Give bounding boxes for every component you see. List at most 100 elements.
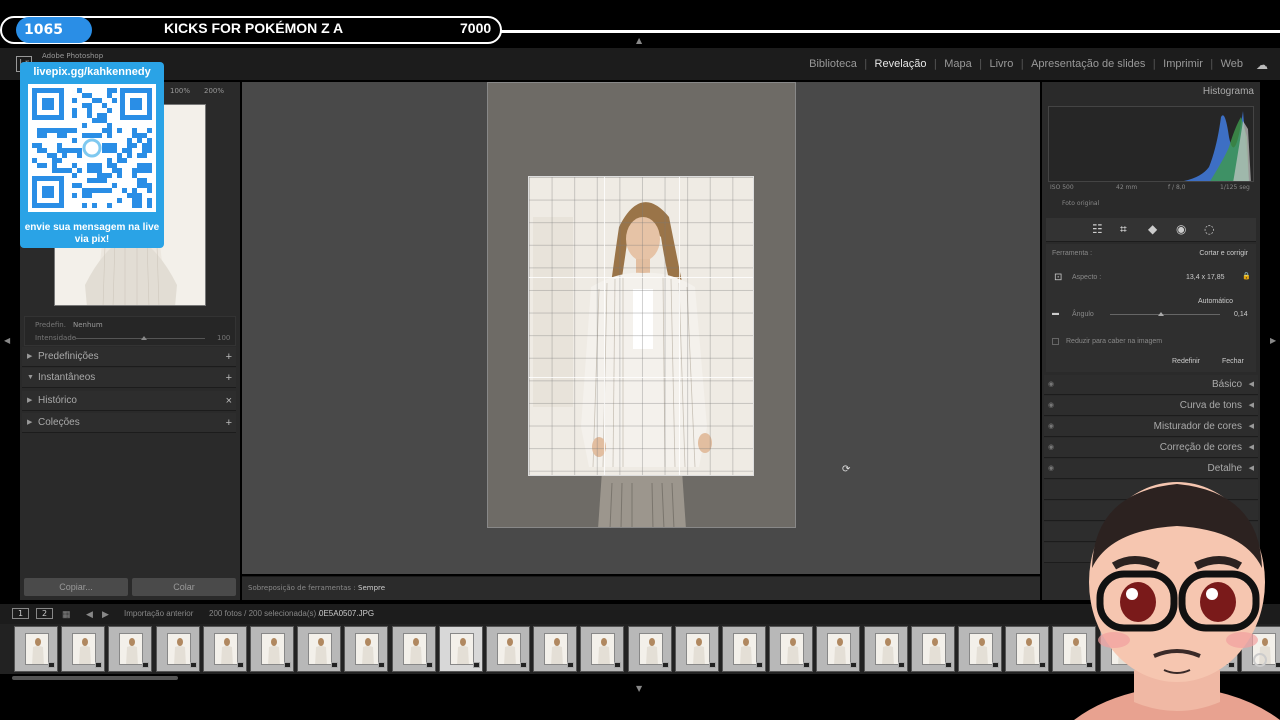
filmstrip-thumbnail[interactable] — [486, 626, 530, 672]
expand-icon: ◀ — [1248, 401, 1254, 409]
angle-value[interactable]: 0,14 — [1234, 311, 1248, 318]
grid-icon[interactable]: ▦ — [62, 609, 71, 620]
visibility-icon[interactable]: ◉ — [1048, 464, 1054, 472]
constrain-checkbox[interactable] — [1052, 338, 1059, 345]
auto-button[interactable]: Automático — [1198, 298, 1233, 305]
filmstrip-thumbnail[interactable] — [438, 626, 483, 672]
original-photo-label[interactable]: Foto original — [1062, 200, 1099, 207]
rotate-cursor-icon: ⟳ — [842, 464, 851, 475]
module-revelacao[interactable]: Revelação — [868, 58, 934, 70]
filmstrip-thumbnail[interactable] — [108, 626, 153, 672]
close-button[interactable]: Fechar — [1222, 358, 1244, 365]
current-filename[interactable]: 0E5A0507.JPG — [319, 609, 374, 618]
section-presets[interactable]: ▶ Predefinições + — [22, 347, 236, 367]
section-tone-curve[interactable]: ◉ Curva de tons ◀ — [1044, 396, 1258, 416]
add-icon[interactable]: + — [226, 368, 232, 388]
module-biblioteca[interactable]: Biblioteca — [802, 58, 864, 70]
preset-value[interactable]: Nenhum — [73, 321, 103, 329]
module-imprimir[interactable]: Imprimir — [1156, 58, 1210, 70]
crop-third-line — [529, 277, 753, 278]
section-history[interactable]: ▶ Histórico × — [22, 391, 236, 411]
module-mapa[interactable]: Mapa — [937, 58, 979, 70]
filmstrip-scrollbar[interactable] — [12, 676, 178, 680]
expand-icon: ▶ — [27, 397, 33, 404]
section-color-mixer[interactable]: ◉ Misturador de cores ◀ — [1044, 417, 1258, 437]
reset-button[interactable]: Redefinir — [1172, 358, 1200, 365]
module-livro[interactable]: Livro — [983, 58, 1021, 70]
filmstrip-thumbnail[interactable] — [627, 626, 672, 672]
filmstrip-source[interactable]: Importação anterior — [124, 609, 193, 618]
overlay-label: Sobreposição de ferramentas : — [248, 584, 356, 592]
intensity-slider[interactable] — [75, 338, 205, 339]
copy-button[interactable]: Copiar... — [24, 578, 128, 596]
view-page-2[interactable]: 2 — [36, 608, 53, 619]
filmstrip-thumbnail[interactable] — [863, 626, 908, 672]
filmstrip-thumbnail[interactable] — [580, 626, 625, 672]
filmstrip-thumbnail[interactable] — [250, 626, 294, 672]
section-collections[interactable]: ▶ Coleções + — [22, 413, 236, 433]
adjust-sliders-icon[interactable]: ☷ — [1092, 222, 1103, 236]
filmstrip-thumbnail[interactable] — [155, 626, 200, 672]
edited-badge-icon — [189, 662, 197, 668]
filmstrip-thumbnail[interactable] — [769, 626, 814, 672]
clear-icon[interactable]: × — [226, 391, 232, 411]
visibility-icon[interactable]: ◉ — [1048, 443, 1054, 451]
red-eye-icon[interactable]: ◉ — [1176, 222, 1186, 236]
zoom-100[interactable]: 100% — [170, 87, 190, 95]
expand-icon: ◀ — [1248, 443, 1254, 451]
left-panel-toggle-icon[interactable]: ◀ — [4, 336, 10, 345]
module-web[interactable]: Web — [1214, 58, 1250, 70]
cloud-sync-icon[interactable]: ☁ — [1256, 58, 1268, 72]
panel-toggle-bottom-icon[interactable]: ▼ — [636, 684, 642, 693]
overlay-select[interactable]: Sempre — [358, 584, 385, 592]
straighten-tool-icon[interactable]: ▬ — [1052, 310, 1059, 317]
filmstrip-thumbnail[interactable] — [533, 626, 578, 672]
thumbnail-image — [733, 633, 757, 665]
edited-badge-icon — [331, 662, 339, 668]
filmstrip-thumbnail[interactable] — [910, 626, 955, 672]
filmstrip-thumbnail[interactable] — [391, 626, 436, 672]
paste-button[interactable]: Colar — [132, 578, 236, 596]
filmstrip-thumbnail[interactable] — [344, 626, 389, 672]
back-arrow-icon[interactable]: ◀ — [86, 609, 93, 620]
filmstrip-thumbnail[interactable] — [202, 626, 247, 672]
add-icon[interactable]: + — [226, 413, 232, 433]
crop-third-line — [679, 177, 680, 475]
histogram-title[interactable]: Histograma — [1203, 86, 1254, 97]
filmstrip-thumbnail[interactable] — [61, 626, 106, 672]
section-color-grading[interactable]: ◉ Correção de cores ◀ — [1044, 438, 1258, 458]
right-panel-toggle-icon[interactable]: ▶ — [1270, 336, 1276, 345]
add-icon[interactable]: + — [226, 347, 232, 367]
intensity-slider-knob[interactable] — [141, 336, 147, 340]
stream-line — [500, 30, 1280, 33]
filmstrip-thumbnail[interactable] — [297, 626, 342, 672]
crop-tool-icon[interactable]: ⌗ — [1120, 222, 1127, 237]
filmstrip-thumbnail[interactable] — [14, 626, 58, 672]
filmstrip-thumbnail[interactable] — [674, 626, 719, 672]
lock-icon[interactable]: 🔒 — [1242, 272, 1251, 280]
angle-slider-knob[interactable] — [1158, 312, 1164, 316]
zoom-200[interactable]: 200% — [204, 87, 224, 95]
visibility-icon[interactable]: ◉ — [1048, 401, 1054, 409]
section-basic[interactable]: ◉ Básico ◀ — [1044, 375, 1258, 395]
angle-slider[interactable] — [1110, 314, 1220, 315]
iso-value: ISO 500 — [1050, 184, 1074, 191]
masking-icon[interactable]: ◌ — [1204, 222, 1214, 236]
forward-arrow-icon[interactable]: ▶ — [102, 609, 109, 620]
filmstrip-thumbnail[interactable] — [816, 626, 861, 672]
photo-canvas[interactable]: ⟳ — [242, 82, 1040, 574]
module-apresentacao[interactable]: Apresentação de slides — [1024, 58, 1152, 70]
panel-toggle-top-icon[interactable]: ▲ — [636, 36, 642, 45]
visibility-icon[interactable]: ◉ — [1048, 422, 1054, 430]
view-page-1[interactable]: 1 — [12, 608, 29, 619]
edited-badge-icon — [567, 662, 575, 668]
section-snapshots[interactable]: ▼ Instantâneos + — [22, 368, 236, 388]
filmstrip-thumbnail[interactable] — [722, 626, 766, 672]
edited-badge-icon — [378, 662, 386, 668]
visibility-icon[interactable]: ◉ — [1048, 380, 1054, 388]
heal-eraser-icon[interactable]: ◆ — [1148, 222, 1157, 236]
filmstrip-thumbnail[interactable] — [958, 626, 1002, 672]
aspect-select[interactable]: 13,4 x 17,85 — [1186, 274, 1225, 281]
crop-selection[interactable] — [528, 176, 754, 476]
filmstrip-thumbnail[interactable] — [1005, 626, 1050, 672]
